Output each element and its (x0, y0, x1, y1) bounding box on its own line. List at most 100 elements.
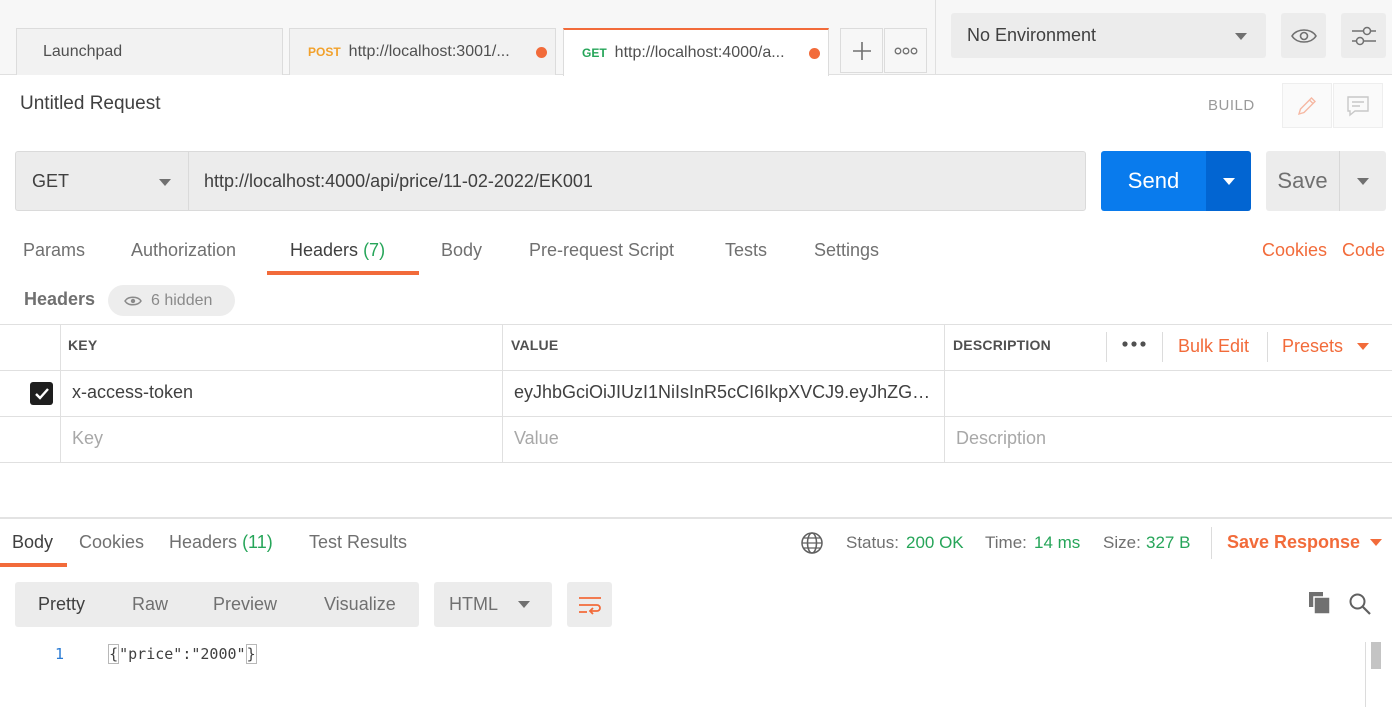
comments-button[interactable] (1333, 83, 1383, 128)
headers-count: (7) (363, 240, 386, 260)
size-label: Size: (1103, 533, 1141, 552)
view-raw[interactable]: Raw (132, 594, 168, 615)
time-label: Time: (985, 533, 1027, 552)
divider (935, 0, 936, 75)
tab-method: POST (308, 45, 341, 59)
unsaved-dot-icon (536, 47, 547, 58)
table-border (0, 370, 1392, 371)
edit-request-button[interactable] (1282, 83, 1332, 128)
json-open-brace: { (108, 644, 120, 664)
column-header-description: DESCRIPTION (953, 337, 1051, 353)
tab-authorization[interactable]: Authorization (131, 240, 236, 261)
tab-launchpad[interactable]: Launchpad (16, 28, 283, 75)
view-preview[interactable]: Preview (213, 594, 277, 615)
ellipsis-icon (1122, 341, 1146, 347)
response-tab-test-results[interactable]: Test Results (309, 532, 407, 553)
sliders-icon (1351, 26, 1376, 45)
eye-icon (1290, 28, 1317, 43)
tab-tests[interactable]: Tests (725, 240, 767, 261)
header-enabled-checkbox[interactable] (30, 382, 53, 405)
url-input[interactable]: http://localhost:4000/api/price/11-02-20… (188, 151, 1086, 211)
environment-label: No Environment (967, 25, 1097, 45)
send-options-button[interactable] (1206, 151, 1251, 211)
response-body-line[interactable]: 1 {"price":"2000"} (55, 644, 257, 664)
manage-environments-button[interactable] (1341, 13, 1386, 58)
wrap-lines-button[interactable] (567, 582, 612, 627)
method-select[interactable]: GET (15, 151, 189, 211)
response-tab-body[interactable]: Body (12, 532, 53, 553)
view-pretty[interactable]: Pretty (38, 594, 85, 615)
active-tab-indicator (0, 563, 67, 567)
json-close-brace: } (245, 644, 257, 664)
environment-select[interactable]: No Environment (951, 13, 1266, 58)
new-key-input[interactable]: Key (72, 428, 103, 449)
table-border (0, 324, 1392, 325)
tab-body[interactable]: Body (441, 240, 482, 261)
tab-post-request[interactable]: POST http://localhost:3001/... (289, 28, 556, 75)
status-value[interactable]: 200 OK (906, 533, 964, 553)
ellipsis-icon (894, 47, 917, 54)
header-key-cell[interactable]: x-access-token (72, 382, 492, 403)
tab-label: http://localhost:3001/... (348, 43, 510, 60)
checkmark-icon (34, 387, 49, 400)
cookies-link[interactable]: Cookies (1262, 240, 1327, 261)
save-button[interactable]: Save (1266, 151, 1340, 211)
new-tab-button[interactable] (840, 28, 883, 73)
chevron-down-icon (1235, 33, 1247, 40)
table-border (502, 324, 503, 462)
search-icon (1349, 593, 1371, 615)
tab-options-button[interactable] (884, 28, 927, 73)
environment-quick-look-button[interactable] (1281, 13, 1326, 58)
unsaved-dot-icon (809, 48, 820, 59)
tab-headers-label: Headers (290, 240, 359, 260)
save-response-dropdown[interactable]: Save Response (1227, 532, 1383, 553)
column-header-key: KEY (68, 337, 98, 353)
divider (1211, 527, 1212, 559)
tab-params[interactable]: Params (23, 240, 85, 261)
response-tab-headers[interactable]: Headers (11) (169, 532, 273, 553)
response-tab-cookies[interactable]: Cookies (79, 532, 144, 553)
network-info-button[interactable] (800, 531, 824, 560)
time-value[interactable]: 14 ms (1034, 533, 1080, 553)
pencil-icon (1297, 96, 1316, 115)
divider (1267, 332, 1268, 362)
copy-response-button[interactable] (1308, 591, 1332, 620)
table-border (0, 416, 1392, 417)
code-link[interactable]: Code (1342, 240, 1385, 261)
size-value[interactable]: 327 B (1146, 533, 1190, 553)
comment-icon (1347, 95, 1369, 116)
tab-method: GET (582, 46, 607, 60)
chevron-down-icon (1222, 177, 1235, 185)
response-divider[interactable] (0, 517, 1392, 519)
new-description-input[interactable]: Description (956, 428, 1046, 449)
presets-dropdown[interactable]: Presets (1282, 336, 1370, 357)
headers-section-title: Headers (24, 289, 96, 309)
tab-prerequest-script[interactable]: Pre-request Script (529, 240, 674, 261)
language-select[interactable]: HTML (434, 582, 552, 627)
scrollbar-thumb[interactable] (1371, 642, 1381, 669)
view-visualize[interactable]: Visualize (324, 594, 396, 615)
scrollbar-track[interactable] (1365, 642, 1366, 707)
copy-icon (1309, 592, 1331, 615)
divider (1106, 332, 1107, 362)
url-text: http://localhost:4000/api/price/11-02-20… (204, 170, 593, 191)
build-mode-label: BUILD (1208, 97, 1255, 114)
method-label: GET (32, 170, 70, 191)
save-options-button[interactable] (1340, 151, 1386, 211)
globe-icon (801, 532, 823, 554)
request-title[interactable]: Untitled Request (20, 93, 160, 115)
send-button[interactable]: Send (1101, 151, 1206, 211)
chevron-down-icon (1357, 343, 1370, 350)
bulk-edit-link[interactable]: Bulk Edit (1178, 336, 1249, 357)
tab-headers[interactable]: Headers (7) (290, 240, 385, 261)
hidden-headers-toggle[interactable]: 6 hidden (108, 285, 235, 316)
new-value-input[interactable]: Value (514, 428, 559, 449)
tab-get-request[interactable]: GET http://localhost:4000/a... (563, 28, 829, 76)
table-options-button[interactable] (1121, 337, 1147, 356)
save-response-label: Save Response (1227, 532, 1361, 552)
search-response-button[interactable] (1348, 592, 1372, 621)
chevron-down-icon (1370, 539, 1383, 546)
line-number: 1 (55, 645, 65, 663)
tab-settings[interactable]: Settings (814, 240, 879, 261)
header-value-cell[interactable]: eyJhbGciOiJIUzI1NiIsInR5cCI6IkpXVCJ9.eyJ… (514, 382, 940, 403)
